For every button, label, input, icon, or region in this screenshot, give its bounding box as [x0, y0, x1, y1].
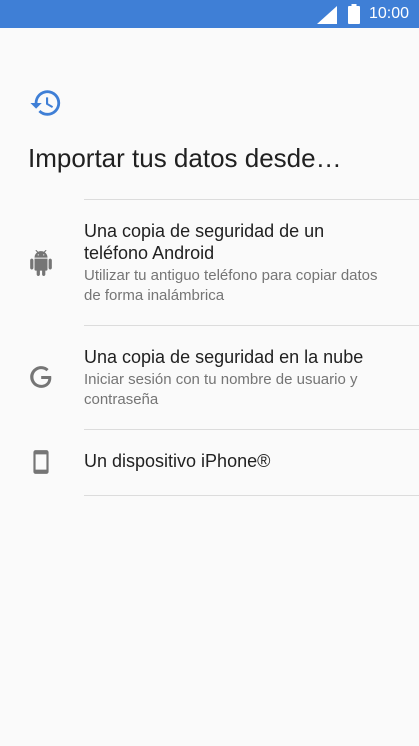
page-title: Importar tus datos desde…	[28, 143, 342, 173]
option-cloud-backup[interactable]: Una copia de seguridad en la nube Inicia…	[0, 326, 419, 429]
option-iphone-device[interactable]: Un dispositivo iPhone®	[0, 430, 419, 495]
battery-icon	[348, 4, 360, 24]
restore-history-icon	[30, 90, 61, 116]
option-title: Una copia de seguridad en la nube	[84, 347, 364, 367]
option-android-backup[interactable]: Una copia de seguridad de un teléfono An…	[0, 200, 419, 325]
status-bar: 10:00	[0, 0, 419, 28]
android-icon	[30, 250, 52, 276]
option-subtitle: Iniciar sesión con tu nombre de usuario …	[84, 371, 358, 408]
phone-icon	[33, 450, 49, 474]
option-title: Un dispositivo iPhone®	[84, 451, 271, 471]
signal-icon	[317, 6, 337, 24]
option-subtitle: Utilizar tu antiguo teléfono para copiar…	[84, 267, 378, 304]
option-title: Una copia de seguridad de un teléfono An…	[84, 221, 325, 263]
divider	[84, 495, 419, 496]
google-icon	[30, 366, 52, 388]
status-time: 10:00	[369, 5, 410, 22]
